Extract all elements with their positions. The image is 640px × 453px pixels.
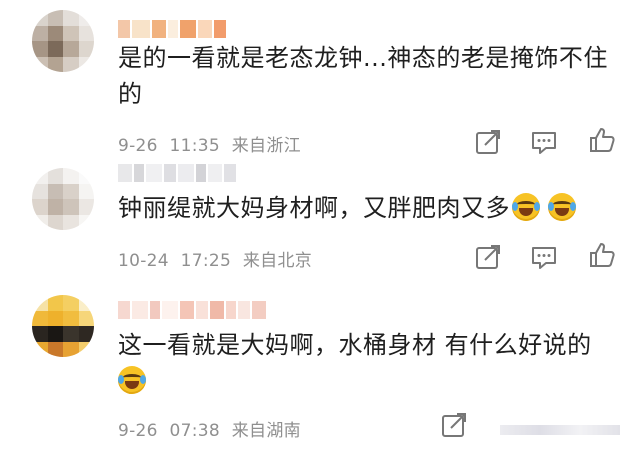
- watermark-blur: [500, 425, 620, 435]
- share-icon[interactable]: [440, 411, 468, 439]
- laugh-cry-emoji: [512, 193, 540, 221]
- comment-meta: 9-26 07:38 来自湖南: [118, 416, 301, 441]
- avatar[interactable]: [32, 10, 94, 72]
- username-blurred[interactable]: [118, 20, 226, 38]
- laugh-cry-emoji: [548, 193, 576, 221]
- comment-time: 11:35: [169, 136, 221, 156]
- comment-text-line: 的: [118, 80, 143, 108]
- comment-location: 来自湖南: [231, 421, 301, 441]
- username-blurred[interactable]: [118, 164, 236, 182]
- comment-text-line: 是的一看就是老态龙钟...神态的老是掩饰不住: [118, 44, 608, 72]
- comment-item: 这一看就是大妈啊，水桶身材 有什么好说的 9-26 07:38 来自湖南: [0, 285, 640, 453]
- comment-icon[interactable]: [530, 128, 558, 156]
- comment-icon[interactable]: [530, 243, 558, 271]
- comment-meta: 9-26 11:35 来自浙江: [118, 131, 301, 156]
- comment-item: 是的一看就是老态龙钟...神态的老是掩饰不住 的 9-26 11:35 来自浙江: [0, 0, 640, 160]
- laugh-cry-emoji: [118, 366, 146, 394]
- comment-date: 9-26: [118, 421, 158, 441]
- share-icon[interactable]: [474, 243, 502, 271]
- comment-meta: 10-24 17:25 来自北京: [118, 246, 312, 271]
- comment-date: 10-24: [118, 251, 169, 271]
- comment-text-line: 这一看就是大妈啊，水桶身材 有什么好说的: [118, 331, 592, 359]
- comment-time: 17:25: [180, 251, 232, 271]
- comment-text-line: 钟丽缇就大妈身材啊，又胖肥肉又多: [118, 194, 510, 222]
- comment-text: 是的一看就是老态龙钟...神态的老是掩饰不住 的: [118, 40, 608, 112]
- avatar[interactable]: [32, 168, 94, 230]
- like-icon[interactable]: [588, 126, 616, 154]
- comment-date: 9-26: [118, 136, 158, 156]
- share-icon[interactable]: [474, 128, 502, 156]
- comment-location: 来自北京: [242, 251, 313, 271]
- comment-text: 这一看就是大妈啊，水桶身材 有什么好说的: [118, 327, 592, 399]
- comment-time: 07:38: [169, 421, 221, 441]
- comment-text: 钟丽缇就大妈身材啊，又胖肥肉又多: [118, 190, 576, 226]
- comment-location: 来自浙江: [231, 136, 301, 156]
- like-icon[interactable]: [588, 241, 616, 269]
- comment-item: 钟丽缇就大妈身材啊，又胖肥肉又多 10-24 17:25 来自北京: [0, 160, 640, 285]
- avatar[interactable]: [32, 295, 94, 357]
- username-blurred[interactable]: [118, 301, 266, 319]
